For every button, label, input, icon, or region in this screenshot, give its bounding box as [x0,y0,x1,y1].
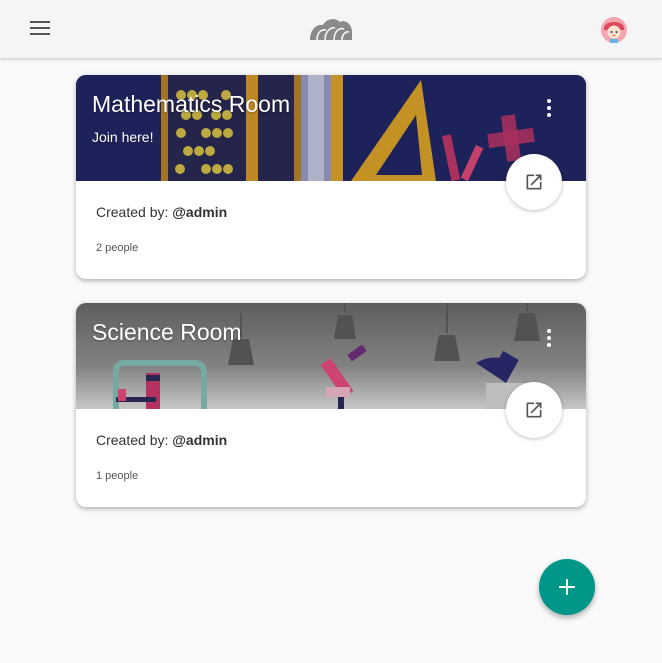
user-avatar-icon[interactable] [600,16,628,44]
plus-icon [559,579,575,595]
more-vert-icon [547,329,551,333]
creator-username: @admin [172,204,228,220]
created-by-text: Created by: @admin [96,204,228,220]
more-vert-icon [547,99,551,103]
room-subtitle: Join here! [92,129,154,145]
more-options-button[interactable] [538,95,560,121]
add-room-button[interactable] [539,559,595,615]
open-in-new-icon [526,174,542,190]
open-room-button[interactable] [506,382,562,438]
open-room-button[interactable] [506,154,562,210]
member-count: 1 people [96,470,139,482]
hamburger-menu-icon [30,21,50,35]
menu-button[interactable] [22,10,58,46]
top-app-bar [0,0,662,59]
created-by-text: Created by: @admin [96,432,228,448]
more-options-button[interactable] [538,325,560,351]
member-count: 2 people [96,242,139,254]
room-card-mathematics[interactable]: Mathematics Room Join here! Created by: … [76,75,586,279]
cloud-logo-icon[interactable] [308,16,354,44]
creator-username: @admin [172,432,228,448]
open-in-new-icon [526,402,542,418]
room-card-header: Science Room [76,303,586,409]
room-card-header: Mathematics Room Join here! [76,75,586,181]
room-title: Mathematics Room [92,91,291,117]
room-card-science[interactable]: Science Room Created by: @admin 1 people [76,303,586,507]
room-title: Science Room [92,319,242,345]
